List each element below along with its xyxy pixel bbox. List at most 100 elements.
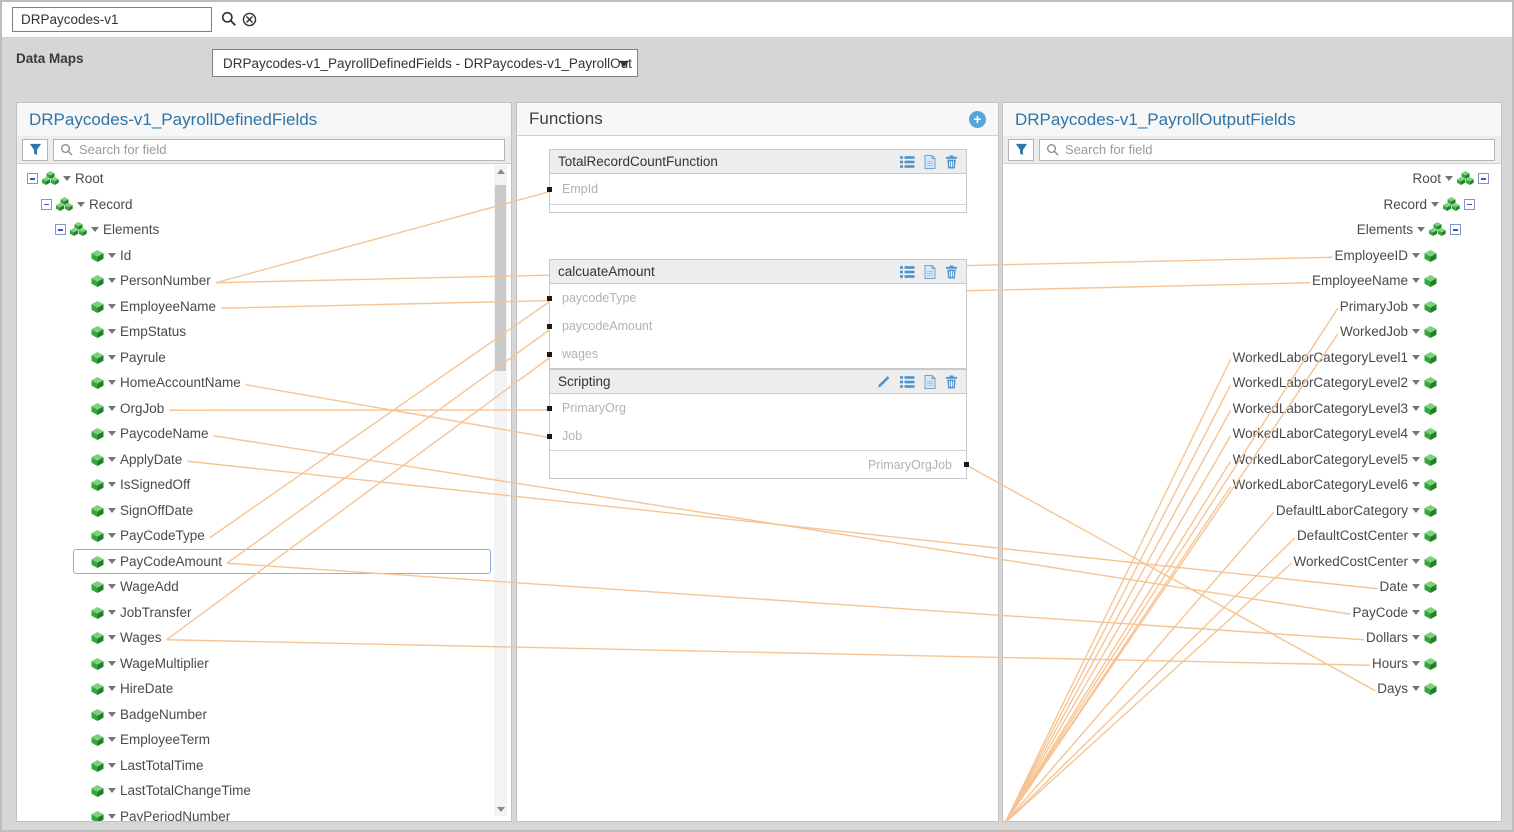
- tree-item-PersonNumber[interactable]: PersonNumber: [17, 268, 511, 294]
- filter-icon[interactable]: [22, 139, 48, 161]
- search-icon[interactable]: [221, 11, 237, 32]
- tree-item-Id[interactable]: Id: [17, 243, 511, 269]
- tree-item-EmployeeTerm[interactable]: EmployeeTerm: [17, 727, 511, 753]
- caret-down-icon[interactable]: [108, 610, 116, 615]
- tree-item-WorkedJob[interactable]: WorkedJob: [1003, 319, 1501, 345]
- tree-item-EmployeeName[interactable]: EmployeeName: [1003, 268, 1501, 294]
- input-port-paycodeAmount[interactable]: paycodeAmount: [550, 312, 966, 340]
- caret-down-icon[interactable]: [108, 457, 116, 462]
- collapse-toggle-icon[interactable]: [27, 173, 38, 184]
- tree-item-WorkedLaborCategoryLevel2[interactable]: WorkedLaborCategoryLevel2: [1003, 370, 1501, 396]
- caret-down-icon[interactable]: [1412, 406, 1420, 411]
- caret-down-icon[interactable]: [1412, 635, 1420, 640]
- caret-down-icon[interactable]: [108, 431, 116, 436]
- tree-item-HireDate[interactable]: HireDate: [17, 676, 511, 702]
- function-card-header[interactable]: TotalRecordCountFunction: [550, 150, 966, 174]
- input-port-PrimaryOrg[interactable]: PrimaryOrg: [550, 394, 966, 422]
- caret-down-icon[interactable]: [108, 661, 116, 666]
- caret-down-icon[interactable]: [108, 304, 116, 309]
- clear-search-icon[interactable]: [241, 11, 258, 33]
- tree-item-EmployeeName[interactable]: EmployeeName: [17, 294, 511, 320]
- tree-item-LastTotalChangeTime[interactable]: LastTotalChangeTime: [17, 778, 511, 804]
- caret-down-icon[interactable]: [91, 227, 99, 232]
- tree-item-Date[interactable]: Date: [1003, 574, 1501, 600]
- tree-item-WageMultiplier[interactable]: WageMultiplier: [17, 651, 511, 677]
- caret-down-icon[interactable]: [1412, 304, 1420, 309]
- tree-item-Days[interactable]: Days: [1003, 676, 1501, 702]
- input-port-wages[interactable]: wages: [550, 340, 966, 368]
- tree-item-Record[interactable]: Record: [1003, 192, 1501, 218]
- data-map-select[interactable]: DRPaycodes-v1_PayrollDefinedFields - DRP…: [212, 49, 638, 77]
- caret-down-icon[interactable]: [108, 763, 116, 768]
- caret-down-icon[interactable]: [1412, 584, 1420, 589]
- caret-down-icon[interactable]: [77, 202, 85, 207]
- function-card-header[interactable]: Scripting: [550, 370, 966, 394]
- tree-item-WorkedLaborCategoryLevel6[interactable]: WorkedLaborCategoryLevel6: [1003, 472, 1501, 498]
- collapse-toggle-icon[interactable]: [1478, 173, 1489, 184]
- collapse-toggle-icon[interactable]: [55, 224, 66, 235]
- filter-icon[interactable]: [1008, 139, 1034, 161]
- caret-down-icon[interactable]: [108, 533, 116, 538]
- tree-item-PaycodeName[interactable]: PaycodeName: [17, 421, 511, 447]
- tree-item-OrgJob[interactable]: OrgJob: [17, 396, 511, 422]
- tree-item-IsSignedOff[interactable]: IsSignedOff: [17, 472, 511, 498]
- input-port-Job[interactable]: Job: [550, 422, 966, 450]
- caret-down-icon[interactable]: [1412, 661, 1420, 666]
- collapse-toggle-icon[interactable]: [1464, 199, 1475, 210]
- collapse-toggle-icon[interactable]: [41, 199, 52, 210]
- caret-down-icon[interactable]: [1431, 202, 1439, 207]
- tree-item-WorkedLaborCategoryLevel3[interactable]: WorkedLaborCategoryLevel3: [1003, 396, 1501, 422]
- tree-item-Elements[interactable]: Elements: [1003, 217, 1501, 243]
- source-tree-scrollbar[interactable]: [494, 165, 507, 816]
- caret-down-icon[interactable]: [108, 355, 116, 360]
- output-field-search-input[interactable]: [1065, 142, 1488, 157]
- caret-down-icon[interactable]: [108, 712, 116, 717]
- tree-item-Dollars[interactable]: Dollars: [1003, 625, 1501, 651]
- tree-item-Root[interactable]: Root: [17, 166, 511, 192]
- caret-down-icon[interactable]: [108, 253, 116, 258]
- edit-icon[interactable]: [877, 375, 891, 388]
- caret-down-icon[interactable]: [1412, 508, 1420, 513]
- caret-down-icon[interactable]: [108, 278, 116, 283]
- tree-item-DefaultLaborCategory[interactable]: DefaultLaborCategory: [1003, 498, 1501, 524]
- tree-item-LastTotalTime[interactable]: LastTotalTime: [17, 753, 511, 779]
- tree-item-WorkedCostCenter[interactable]: WorkedCostCenter: [1003, 549, 1501, 575]
- caret-down-icon[interactable]: [1417, 227, 1425, 232]
- scrollbar-thumb[interactable]: [495, 185, 506, 371]
- tree-item-Elements[interactable]: Elements: [17, 217, 511, 243]
- tree-item-Payrule[interactable]: Payrule: [17, 345, 511, 371]
- tree-item-Wages[interactable]: Wages: [17, 625, 511, 651]
- tree-item-PayCodeType[interactable]: PayCodeType: [17, 523, 511, 549]
- tree-item-WageAdd[interactable]: WageAdd: [17, 574, 511, 600]
- tree-item-DefaultCostCenter[interactable]: DefaultCostCenter: [1003, 523, 1501, 549]
- tree-item-Record[interactable]: Record: [17, 192, 511, 218]
- list-icon[interactable]: [900, 156, 915, 168]
- scroll-down-icon[interactable]: [494, 803, 507, 816]
- caret-down-icon[interactable]: [1412, 482, 1420, 487]
- caret-down-icon[interactable]: [1412, 559, 1420, 564]
- datamap-search-input[interactable]: [12, 7, 212, 32]
- tree-item-EmpStatus[interactable]: EmpStatus: [17, 319, 511, 345]
- caret-down-icon[interactable]: [108, 814, 116, 819]
- caret-down-icon[interactable]: [1412, 329, 1420, 334]
- caret-down-icon[interactable]: [108, 380, 116, 385]
- tree-item-PayCode[interactable]: PayCode: [1003, 600, 1501, 626]
- caret-down-icon[interactable]: [108, 482, 116, 487]
- input-port-EmpId[interactable]: EmpId: [550, 174, 966, 204]
- tree-item-PayPeriodNumber[interactable]: PayPeriodNumber: [17, 804, 511, 822]
- caret-down-icon[interactable]: [1412, 686, 1420, 691]
- list-icon[interactable]: [900, 266, 915, 278]
- caret-down-icon[interactable]: [1412, 610, 1420, 615]
- delete-icon[interactable]: [945, 155, 958, 169]
- caret-down-icon[interactable]: [1412, 380, 1420, 385]
- caret-down-icon[interactable]: [1412, 457, 1420, 462]
- caret-down-icon[interactable]: [108, 508, 116, 513]
- function-card-header[interactable]: calcuateAmount: [550, 260, 966, 284]
- caret-down-icon[interactable]: [108, 686, 116, 691]
- delete-icon[interactable]: [945, 265, 958, 279]
- caret-down-icon[interactable]: [108, 788, 116, 793]
- delete-icon[interactable]: [945, 375, 958, 389]
- tree-item-EmployeeID[interactable]: EmployeeID: [1003, 243, 1501, 269]
- list-icon[interactable]: [900, 376, 915, 388]
- caret-down-icon[interactable]: [108, 584, 116, 589]
